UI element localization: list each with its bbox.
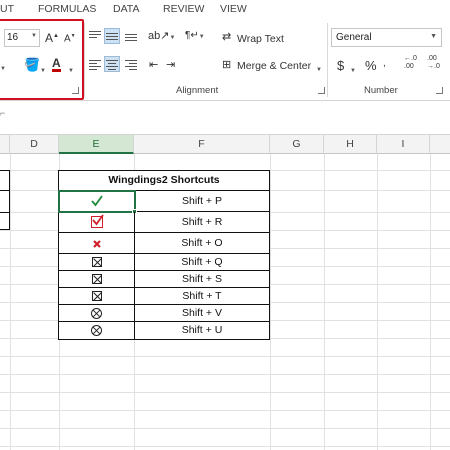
box-x-icon — [91, 257, 102, 267]
symbol-cell[interactable] — [58, 190, 137, 214]
merge-center-button[interactable]: Merge & Center — [237, 60, 311, 72]
alignment-dialog-launcher-icon[interactable] — [318, 87, 325, 94]
alignment-group-label: Alignment — [176, 85, 219, 96]
align-center-icon[interactable] — [104, 56, 120, 72]
symbol-cell[interactable] — [59, 271, 135, 287]
chevron-down-icon: ▼ — [430, 33, 437, 40]
currency-dropdown-icon[interactable]: ▼ — [350, 63, 356, 75]
shortcut-cell[interactable]: Shift + Q — [135, 254, 269, 270]
table-row: Shift + S — [59, 271, 269, 288]
orientation-icon[interactable]: ab↗▼ — [148, 29, 175, 42]
column-header-h[interactable]: H — [324, 135, 377, 154]
increase-decimal-icon[interactable]: ←.0.00 — [404, 55, 417, 71]
symbol-cell[interactable] — [59, 212, 135, 232]
wrap-text-icon[interactable]: ⇄ — [222, 30, 231, 43]
table-row: Shift + R — [59, 212, 269, 233]
circle-x-icon — [91, 308, 102, 319]
table-row: Shift + O — [59, 233, 269, 254]
percent-button[interactable]: % — [365, 58, 377, 73]
shortcut-cell[interactable]: Shift + O — [135, 233, 269, 253]
red-checkbox-icon — [90, 214, 104, 228]
tab-formulas[interactable]: FORMULAS — [38, 3, 96, 15]
partial-bordered-cells — [0, 170, 10, 230]
column-header-f[interactable]: F — [134, 135, 270, 154]
currency-button[interactable]: $ — [337, 58, 344, 73]
tab-layout[interactable]: UT — [0, 3, 14, 15]
shortcut-cell[interactable]: Shift + T — [135, 288, 269, 304]
tab-review[interactable]: REVIEW — [163, 3, 204, 15]
align-right-icon[interactable] — [124, 59, 138, 71]
decrease-decimal-icon[interactable]: .00 →.0 — [427, 55, 440, 71]
circle-x-icon — [91, 325, 102, 336]
symbol-cell[interactable] — [59, 233, 135, 253]
number-dialog-launcher-icon[interactable] — [436, 87, 443, 94]
increase-indent-icon[interactable]: ⇥ — [166, 58, 175, 71]
excel-window: UT FORMULAS DATA REVIEW VIEW 16 ▼ A▲ A▼ … — [0, 0, 450, 450]
formula-bar[interactable]: ⌐ — [0, 101, 450, 135]
ribbon: 16 ▼ A▲ A▼ ▼ 🪣 ▼ A ▼ ab↗▼ ¶↵▼ ⇄ Wrap Tex… — [0, 19, 450, 101]
wrap-text-button[interactable]: Wrap Text — [237, 33, 284, 45]
column-header-c[interactable] — [0, 135, 10, 154]
table-title: Wingdings2 Shortcuts — [59, 171, 269, 191]
column-header-i[interactable]: I — [377, 135, 430, 154]
group-separator — [327, 23, 328, 97]
number-group-label: Number — [364, 85, 398, 96]
merge-center-icon[interactable]: ⊞ — [222, 58, 231, 71]
number-format-select[interactable]: General ▼ — [331, 28, 442, 47]
column-header-g[interactable]: G — [270, 135, 324, 154]
tab-data[interactable]: DATA — [113, 3, 139, 15]
decrease-indent-icon[interactable]: ⇤ — [149, 58, 158, 71]
red-x-icon — [92, 240, 101, 248]
formula-bar-edge: ⌐ — [0, 108, 6, 118]
shortcut-cell[interactable]: Shift + V — [135, 305, 269, 321]
shortcut-cell[interactable]: Shift + R — [135, 212, 269, 232]
group-separator — [84, 23, 85, 97]
merge-dropdown-icon[interactable]: ▼ — [316, 62, 322, 74]
box-x-icon — [91, 274, 102, 284]
align-bottom-icon[interactable] — [124, 30, 138, 42]
column-header-e[interactable]: E — [59, 135, 134, 154]
align-middle-icon[interactable] — [104, 28, 120, 44]
align-left-icon[interactable] — [88, 59, 102, 71]
table-row: Shift + P — [58, 190, 269, 214]
selected-cell-outline — [58, 190, 137, 214]
text-direction-icon[interactable]: ¶↵▼ — [185, 30, 205, 41]
align-top-icon[interactable] — [88, 30, 102, 42]
column-header-d[interactable]: D — [10, 135, 59, 154]
symbol-cell[interactable] — [59, 305, 135, 321]
table-row: Shift + V — [59, 305, 269, 322]
table-row: Shift + T — [59, 288, 269, 305]
highlight-box — [0, 19, 84, 100]
table-row: Shift + U — [59, 322, 269, 339]
comma-style-icon[interactable]: , — [383, 58, 386, 69]
number-format-value: General — [336, 32, 372, 43]
table-row: Shift + Q — [59, 254, 269, 271]
shortcut-cell[interactable]: Shift + S — [135, 271, 269, 287]
shortcut-cell[interactable]: Shift + U — [135, 322, 269, 339]
shortcut-cell[interactable]: Shift + P — [135, 191, 269, 211]
symbol-cell[interactable] — [59, 322, 135, 339]
shortcuts-table: Wingdings2 Shortcuts Shift + P Shift + R — [58, 170, 270, 340]
box-x-icon — [91, 291, 102, 301]
column-header-bar: D E F G H I — [0, 135, 450, 154]
symbol-cell[interactable] — [59, 254, 135, 270]
tab-view[interactable]: VIEW — [220, 3, 247, 15]
symbol-cell[interactable] — [59, 288, 135, 304]
ribbon-tabs: UT FORMULAS DATA REVIEW VIEW — [0, 0, 450, 19]
